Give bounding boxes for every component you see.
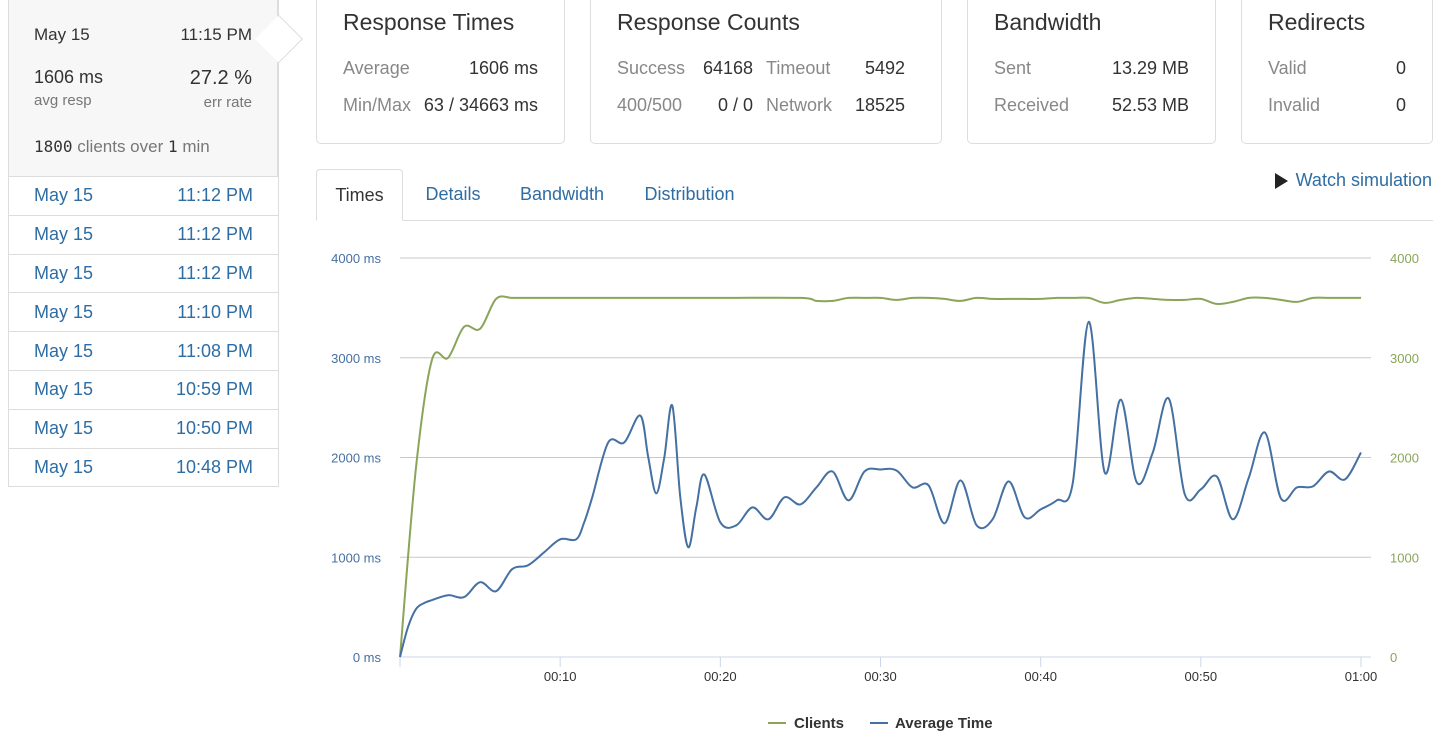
valid-label: Valid	[1268, 58, 1307, 78]
clients-mid-text: clients over	[77, 137, 164, 156]
run-time: 10:59 PM	[175, 379, 253, 400]
x-tick-label: 00:40	[1024, 669, 1057, 684]
y-left-tick-label: 2000 ms	[331, 451, 381, 466]
clients-count: 1800	[34, 137, 73, 156]
run-list-item[interactable]: May 15 11:12 PM	[9, 255, 278, 294]
run-date: May 15	[34, 340, 94, 361]
duration-unit: min	[182, 137, 210, 156]
play-icon	[1274, 172, 1288, 189]
timeout-value: 5492	[864, 58, 905, 78]
response-times-title: Response Times	[343, 9, 515, 35]
success-value: 64168	[702, 58, 753, 78]
invalid-label: Invalid	[1268, 95, 1321, 115]
run-list-item[interactable]: May 15 11:08 PM	[9, 332, 278, 371]
duration-number: 1	[167, 137, 178, 156]
run-date: May 15	[34, 224, 94, 245]
network-label: Network	[766, 95, 833, 115]
run-date: May 15	[34, 379, 94, 400]
x-tick-label: 00:30	[864, 669, 897, 684]
run-time: 11:12 PM	[177, 224, 253, 245]
run-date: May 15	[34, 418, 94, 439]
clients-series-line	[399, 295, 1361, 658]
run-time: 11:10 PM	[177, 301, 253, 322]
y-right-tick-label: 3000	[1390, 351, 1419, 366]
chart-tabs: Times Details Bandwidth Distribution	[316, 169, 1433, 221]
bandwidth-title: Bandwidth	[994, 9, 1102, 35]
run-list-item[interactable]: May 15 11:10 PM	[9, 293, 278, 333]
clients-summary: 1800 clients over 1 min	[34, 137, 252, 157]
run-list-item[interactable]: May 15 10:48 PM	[9, 449, 278, 488]
y-left-tick-label: 4000 ms	[331, 251, 381, 266]
y-right-tick-label: 4000	[1390, 251, 1419, 266]
run-list-item[interactable]: May 15 10:59 PM	[9, 371, 278, 410]
tab-bandwidth[interactable]: Bandwidth	[515, 169, 609, 221]
selected-run-date: May 15	[34, 25, 90, 44]
err-rate-value: 27.2 %	[189, 67, 252, 89]
watch-simulation-label: Watch simulation	[1295, 170, 1432, 190]
run-date: May 15	[34, 301, 94, 322]
y-right-tick-label: 2000	[1390, 451, 1419, 466]
run-time: 10:50 PM	[175, 418, 253, 439]
run-date: May 15	[34, 185, 94, 206]
selected-run-pointer	[254, 14, 304, 64]
average-value: 1606 ms	[468, 58, 538, 78]
previous-runs-list: May 15 11:12 PM May 15 11:12 PM May 15 11:12 …	[8, 177, 278, 488]
sent-label: Sent	[994, 58, 1032, 78]
x-tick-label: 01:00	[1345, 669, 1378, 684]
x-tick-label: 00:20	[704, 669, 737, 684]
legend-label: Average Time	[895, 715, 993, 732]
timeout-label: Timeout	[766, 58, 831, 78]
average-label: Average	[343, 58, 410, 78]
redirects-title: Redirects	[1268, 9, 1366, 35]
x-tick-label: 00:50	[1185, 669, 1218, 684]
minmax-label: Min/Max	[343, 95, 412, 115]
success-label: Success	[617, 58, 686, 78]
y-right-tick-label: 1000	[1390, 550, 1419, 565]
response-counts-title: Response Counts	[617, 9, 800, 35]
received-value: 52.53 MB	[1111, 95, 1189, 115]
selected-run-card[interactable]: May 15 11:15 PM 1606 ms avg resp 27.2 % …	[8, 0, 304, 177]
run-date: May 15	[34, 456, 94, 477]
valid-value: 0	[1395, 58, 1406, 78]
run-time: 11:08 PM	[177, 340, 253, 361]
run-time: 11:12 PM	[177, 262, 253, 283]
legend-label: Clients	[794, 715, 844, 732]
sent-value: 13.29 MB	[1111, 58, 1189, 78]
x-tick-label: 00:10	[544, 669, 577, 684]
selected-run-time: 11:15 PM	[180, 25, 252, 44]
y-left-tick-label: 0 ms	[353, 650, 382, 665]
y-left-tick-label: 3000 ms	[331, 351, 381, 366]
run-date: May 15	[34, 262, 94, 283]
err-rate-label: err rate	[203, 94, 252, 111]
avg-resp-value: 1606 ms	[34, 67, 104, 87]
minmax-value: 63 / 34663 ms	[423, 95, 538, 115]
tab-details[interactable]: Details	[418, 169, 488, 221]
invalid-value: 0	[1395, 95, 1406, 115]
average-time-series-line	[399, 320, 1362, 658]
run-list-item[interactable]: May 15 10:50 PM	[9, 410, 278, 449]
bandwidth-panel: Bandwidth Sent 13.29 MB Received 52.53 M…	[967, 0, 1216, 144]
received-label: Received	[994, 95, 1070, 115]
watch-simulation-link[interactable]: Watch simulation	[1274, 170, 1432, 191]
response-times-panel: Response Times Average 1606 ms Min/Max 6…	[316, 0, 565, 144]
tab-distribution[interactable]: Distribution	[640, 169, 739, 221]
errors-label: 400/500	[617, 95, 683, 115]
y-left-tick-label: 1000 ms	[331, 550, 381, 565]
errors-value: 0 / 0	[717, 95, 753, 115]
tab-times[interactable]: Times	[316, 169, 403, 221]
run-time: 10:48 PM	[175, 456, 253, 477]
redirects-panel: Redirects Valid 0 Invalid 0	[1241, 0, 1433, 144]
response-counts-panel: Response Counts Success 64168 Timeout 54…	[590, 0, 942, 144]
y-right-tick-label: 0	[1390, 650, 1397, 665]
avg-resp-label: avg resp	[34, 92, 92, 109]
test-runs-sidebar: May 15 11:15 PM 1606 ms avg resp 27.2 % …	[8, 0, 304, 488]
network-value: 18525	[854, 95, 905, 115]
run-time: 11:12 PM	[177, 185, 253, 206]
run-list-item[interactable]: May 15 11:12 PM	[9, 177, 278, 216]
run-list-item[interactable]: May 15 11:12 PM	[9, 216, 278, 255]
